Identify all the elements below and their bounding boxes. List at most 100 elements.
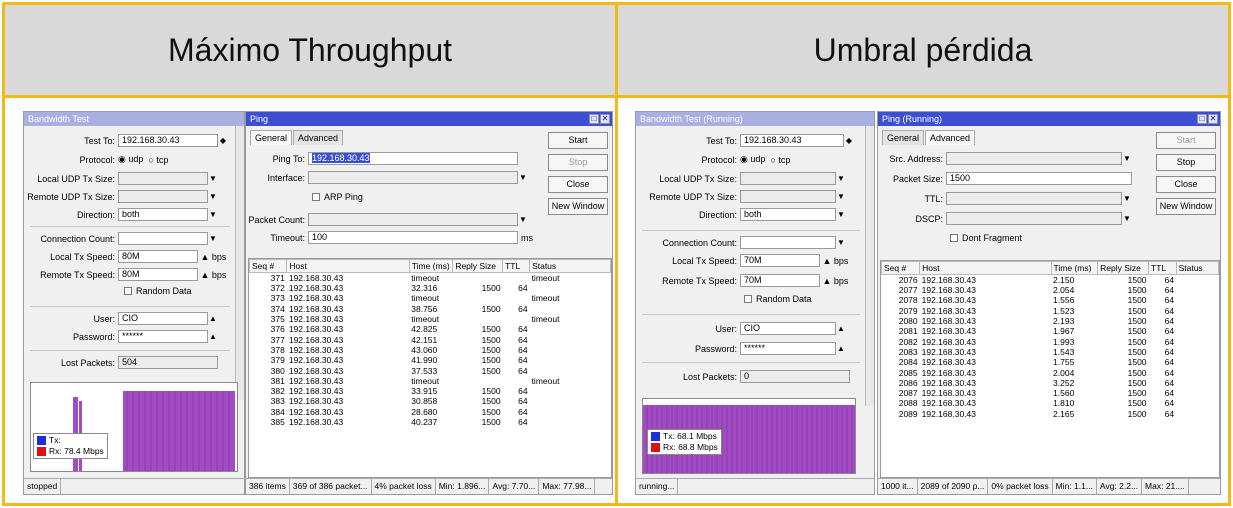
stop-button[interactable]: Stop <box>548 154 608 171</box>
right-remote-speed-field[interactable]: 70M <box>740 274 820 287</box>
chevron-down-icon[interactable]: ▼ <box>836 192 846 201</box>
left-local-speed-field[interactable]: 80M <box>118 250 198 263</box>
close-icon[interactable]: ✕ <box>600 114 610 124</box>
tab-advanced[interactable]: Advanced <box>293 130 344 145</box>
right-test-to-dropdown-icon[interactable]: ◆ <box>844 136 854 145</box>
table-row[interactable]: 2084 192.168.30.43 1.755 1500 64 <box>882 357 1219 367</box>
left-test-to-dropdown-icon[interactable]: ◆ <box>218 136 228 145</box>
left-test-to-field[interactable]: 192.168.30.43 <box>118 134 218 147</box>
table-row[interactable]: 2085 192.168.30.43 2.004 1500 64 <box>882 367 1219 378</box>
left-packet-count-field[interactable] <box>308 213 518 226</box>
left-user-field[interactable]: CIO <box>118 312 208 325</box>
table-row[interactable]: 381 192.168.30.43 timeout timeout <box>250 376 611 386</box>
table-row[interactable]: 371 192.168.30.43 timeout timeout <box>250 273 611 284</box>
up-arrow-icon[interactable]: ▲ <box>836 344 846 353</box>
chevron-down-icon[interactable]: ▼ <box>1122 154 1132 163</box>
table-row[interactable]: 2087 192.168.30.43 1.560 1500 64 <box>882 388 1219 398</box>
table-row[interactable]: 384 192.168.30.43 28.680 1500 64 <box>250 407 611 417</box>
left-password-field[interactable]: ****** <box>118 330 208 343</box>
new-window-button[interactable]: New Window <box>1156 198 1216 215</box>
column-header[interactable]: Reply Size <box>452 259 504 273</box>
table-row[interactable]: 385 192.168.30.43 40.237 1500 64 <box>250 417 611 427</box>
right-src-field[interactable] <box>946 152 1122 165</box>
up-arrow-icon[interactable]: ▲ <box>820 256 834 266</box>
tab-general[interactable]: General <box>250 130 293 145</box>
start-button[interactable]: Start <box>1156 132 1216 149</box>
right-password-field[interactable]: ****** <box>740 342 836 355</box>
up-arrow-icon[interactable]: ▲ <box>208 332 218 341</box>
close-button[interactable]: Close <box>1156 176 1216 193</box>
left-bw-scrollbar[interactable] <box>235 126 244 400</box>
table-row[interactable]: 373 192.168.30.43 timeout timeout <box>250 293 611 303</box>
right-dont-fragment-checkbox[interactable]: Dont Fragment <box>950 233 1022 243</box>
left-local-udp-field[interactable] <box>118 172 208 185</box>
tab-advanced[interactable]: Advanced <box>925 130 976 145</box>
tab-general[interactable]: General <box>882 130 925 145</box>
table-row[interactable]: 2079 192.168.30.43 1.523 1500 64 <box>882 306 1219 316</box>
table-row[interactable]: 377 192.168.30.43 42.151 1500 64 <box>250 334 611 345</box>
chevron-down-icon[interactable]: ▼ <box>208 234 218 243</box>
maximize-icon[interactable]: □ <box>1197 114 1207 124</box>
left-interface-field[interactable] <box>308 171 518 184</box>
chevron-down-icon[interactable]: ▼ <box>518 173 528 182</box>
left-ping-to-field[interactable]: 192.168.30.43 <box>308 152 518 165</box>
right-random-data-checkbox[interactable]: Random Data <box>744 294 812 304</box>
up-arrow-icon[interactable]: ▲ <box>198 252 212 262</box>
right-local-speed-field[interactable]: 70M <box>740 254 820 267</box>
left-remote-speed-field[interactable]: 80M <box>118 268 198 281</box>
close-icon[interactable]: ✕ <box>1208 114 1218 124</box>
right-local-udp-field[interactable] <box>740 172 836 185</box>
table-row[interactable]: 374 192.168.30.43 38.756 1500 64 <box>250 304 611 314</box>
left-tcp-radio[interactable]: ○ tcp <box>148 155 168 165</box>
table-row[interactable]: 2088 192.168.30.43 1.810 1500 64 <box>882 398 1219 408</box>
left-timeout-field[interactable]: 100 <box>308 231 518 244</box>
table-row[interactable]: 2081 192.168.30.43 1.967 1500 64 <box>882 326 1219 336</box>
table-row[interactable]: 2089 192.168.30.43 2.165 1500 64 <box>882 409 1219 419</box>
table-row[interactable]: 382 192.168.30.43 33.915 1500 64 <box>250 386 611 396</box>
table-row[interactable]: 2080 192.168.30.43 2.193 1500 64 <box>882 316 1219 326</box>
table-row[interactable]: 372 192.168.30.43 32.316 1500 64 <box>250 283 611 293</box>
right-user-field[interactable]: CIO <box>740 322 836 335</box>
right-tcp-radio[interactable]: ○ tcp <box>770 155 790 165</box>
column-header[interactable]: Host <box>919 261 1052 275</box>
right-packet-size-field[interactable]: 1500 <box>946 172 1132 185</box>
left-remote-udp-field[interactable] <box>118 190 208 203</box>
chevron-down-icon[interactable]: ▼ <box>836 210 846 219</box>
stop-button[interactable]: Stop <box>1156 154 1216 171</box>
right-bw-scrollbar[interactable] <box>865 126 874 406</box>
column-header[interactable]: Reply Size <box>1097 261 1150 275</box>
chevron-down-icon[interactable]: ▼ <box>836 174 846 183</box>
up-arrow-icon[interactable]: ▲ <box>820 276 834 286</box>
chevron-down-icon[interactable]: ▼ <box>1122 194 1132 203</box>
left-direction-field[interactable]: both <box>118 208 208 221</box>
new-window-button[interactable]: New Window <box>548 198 608 215</box>
table-row[interactable]: 376 192.168.30.43 42.825 1500 64 <box>250 324 611 334</box>
right-udp-radio[interactable]: ◉ udp <box>740 154 765 165</box>
left-random-data-checkbox[interactable]: Random Data <box>124 286 192 296</box>
left-udp-radio[interactable]: ◉ udp <box>118 154 143 165</box>
chevron-down-icon[interactable]: ▼ <box>1122 214 1132 223</box>
table-row[interactable]: 2078 192.168.30.43 1.556 1500 64 <box>882 295 1219 305</box>
chevron-down-icon[interactable]: ▼ <box>208 210 218 219</box>
chevron-down-icon[interactable]: ▼ <box>836 238 846 247</box>
table-row[interactable]: 2083 192.168.30.43 1.543 1500 64 <box>882 347 1219 357</box>
column-header[interactable]: Seq # <box>249 259 288 273</box>
table-row[interactable]: 378 192.168.30.43 43.060 1500 64 <box>250 345 611 355</box>
column-header[interactable]: Host <box>286 259 410 273</box>
right-dscp-field[interactable] <box>946 212 1122 225</box>
column-header[interactable]: Status <box>1175 261 1219 275</box>
up-arrow-icon[interactable]: ▲ <box>836 324 846 333</box>
column-header[interactable]: Seq # <box>881 261 921 275</box>
column-header[interactable]: TTL <box>1148 261 1177 275</box>
table-row[interactable]: 2082 192.168.30.43 1.993 1500 64 <box>882 336 1219 347</box>
column-header[interactable]: TTL <box>502 259 531 273</box>
right-ttl-field[interactable] <box>946 192 1122 205</box>
table-row[interactable]: 2076 192.168.30.43 2.150 1500 64 <box>882 275 1219 286</box>
right-test-to-field[interactable]: 192.168.30.43 <box>740 134 844 147</box>
right-conn-field[interactable] <box>740 236 836 249</box>
chevron-down-icon[interactable]: ▼ <box>208 174 218 183</box>
chevron-down-icon[interactable]: ▼ <box>208 192 218 201</box>
left-conn-field[interactable] <box>118 232 208 245</box>
left-arp-checkbox[interactable]: ARP Ping <box>312 192 363 202</box>
maximize-icon[interactable]: □ <box>589 114 599 124</box>
